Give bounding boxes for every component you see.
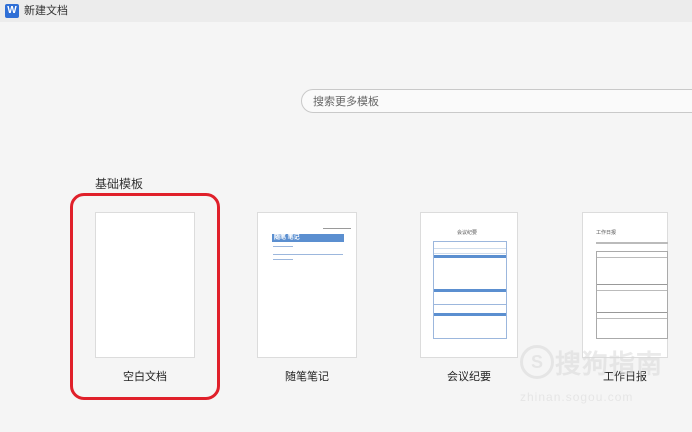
table-rule: [434, 304, 506, 305]
table-section-bar: [434, 289, 506, 292]
notes-line: [273, 259, 293, 260]
table-rule: [434, 248, 506, 249]
meeting-table: [433, 241, 507, 339]
report-rule: [597, 318, 667, 319]
watermark-url: zhinan.sogou.com: [520, 390, 634, 404]
notes-line: [273, 254, 343, 255]
title-bar: W 新建文档: [0, 0, 692, 22]
notes-heading: 随笔 笔记: [274, 235, 300, 241]
section-title: 基础模板: [95, 177, 144, 191]
meeting-minutes-card[interactable]: 会议纪要: [420, 212, 518, 358]
window-title: 新建文档: [24, 5, 68, 17]
notes-line: [273, 246, 293, 247]
wps-app-icon: W: [5, 4, 19, 18]
report-rule: [596, 242, 668, 244]
table-section-bar: [434, 255, 506, 258]
sogou-logo-icon: S: [520, 345, 554, 379]
table-section-bar: [434, 313, 506, 316]
report-table: [596, 251, 668, 339]
selection-highlight-circle: [70, 193, 220, 400]
notes-template-label[interactable]: 随笔笔记: [247, 368, 367, 384]
notes-heading-bar: 随笔 笔记: [272, 234, 344, 242]
meeting-heading: 会议纪要: [457, 230, 478, 236]
daily-report-card[interactable]: 工作日报: [582, 212, 668, 358]
template-search-box[interactable]: [301, 89, 692, 114]
table-rule: [434, 253, 506, 254]
watermark-text: 搜狗指南: [555, 349, 664, 379]
report-rule: [597, 290, 667, 291]
report-rule: [597, 312, 667, 313]
notes-date-line: [323, 228, 351, 229]
watermark: S 搜狗指南 zhinan.sogou.com: [510, 342, 692, 412]
notes-template-card[interactable]: 随笔 笔记: [257, 212, 357, 358]
report-heading: 工作日报: [596, 230, 617, 236]
report-rule: [597, 284, 667, 285]
template-search-input[interactable]: [311, 90, 692, 114]
report-rule: [597, 257, 667, 258]
